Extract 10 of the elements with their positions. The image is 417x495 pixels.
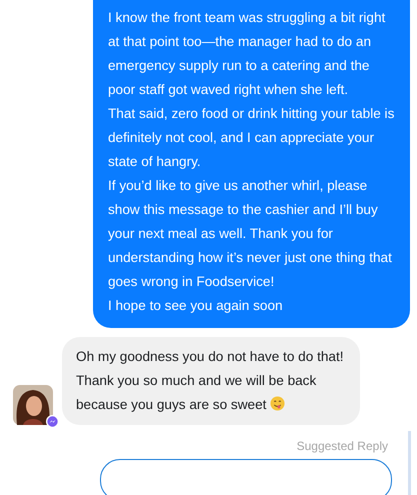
message-text: Oh my goodness you do not have to do that! Thank you so much and we will be back because you guys are so sweet xyxy=(76,348,345,414)
avatar xyxy=(13,385,53,425)
message-text: I know the front team was struggling a bit right at that point too—the manager had to do an emergency supply run to a catering and the poor staff got waved right when she left. xyxy=(108,9,386,99)
messenger-badge-icon xyxy=(46,415,59,428)
message-text: That said, zero food or drink hitting your table is definitely not cool, and I can appreciate your state of hangry. xyxy=(108,105,395,171)
message-text: If you’d like to give us another whirl, please show this message to the cashier and I’ll buy your next meal as well. Thank you for understanding how it’s never just one thing that goes wrong in Foodservice! xyxy=(108,177,393,291)
suggested-reply-label: Suggested Reply xyxy=(296,439,388,453)
suggested-reply-button[interactable] xyxy=(100,459,392,495)
message-text: I hope to see you again soon xyxy=(108,297,284,315)
smiley-icon xyxy=(270,396,286,411)
